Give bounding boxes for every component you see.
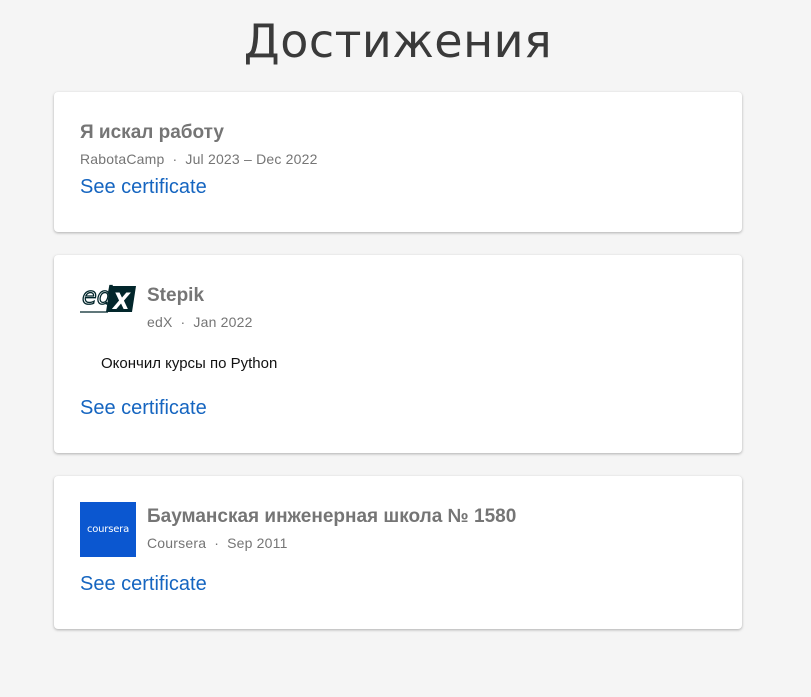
coursera-logo-text: coursera: [86, 524, 130, 535]
certificate-meta: edX · Jan 2022: [147, 314, 253, 330]
certificate-title: Я искал работу: [80, 122, 224, 143]
certificate-meta: Coursera · Sep 2011: [147, 535, 288, 551]
edx-logo-x-text: X: [111, 290, 131, 313]
certificate-date: Sep 2011: [227, 535, 288, 551]
meta-separator: ·: [214, 535, 220, 551]
certificate-card: Я искал работу RabotaCamp · Jul 2023 – Dec…: [54, 92, 742, 232]
see-certificate-link[interactable]: See certificate: [80, 573, 207, 596]
meta-separator: ·: [180, 314, 186, 330]
certificate-title: Бауманская инженерная школа № 1580: [147, 506, 517, 527]
certificate-card: coursera Бауманская инженерная школа № 1…: [54, 476, 742, 629]
see-certificate-link[interactable]: See certificate: [80, 397, 207, 420]
certificate-title: Stepik: [147, 285, 205, 306]
certificate-issuer: Coursera: [147, 535, 207, 551]
meta-separator: ·: [172, 151, 178, 167]
certificate-description: Окончил курсы по Python: [101, 355, 278, 372]
edx-logo-icon: ed X: [80, 281, 136, 315]
certificate-issuer: edX: [147, 314, 173, 330]
certificate-meta: RabotaCamp · Jul 2023 – Dec 2022: [80, 151, 318, 167]
certificate-date: Jan 2022: [193, 314, 253, 330]
coursera-logo-icon: coursera: [80, 502, 136, 557]
certificate-card: ed X Stepik edX · Jan 2022 Окончил курсы п…: [54, 255, 742, 453]
certificate-issuer: RabotaCamp: [80, 151, 165, 167]
page-title: Достижения: [243, 14, 553, 68]
see-certificate-link[interactable]: See certificate: [80, 176, 207, 199]
certificate-date: Jul 2023 – Dec 2022: [185, 151, 318, 167]
